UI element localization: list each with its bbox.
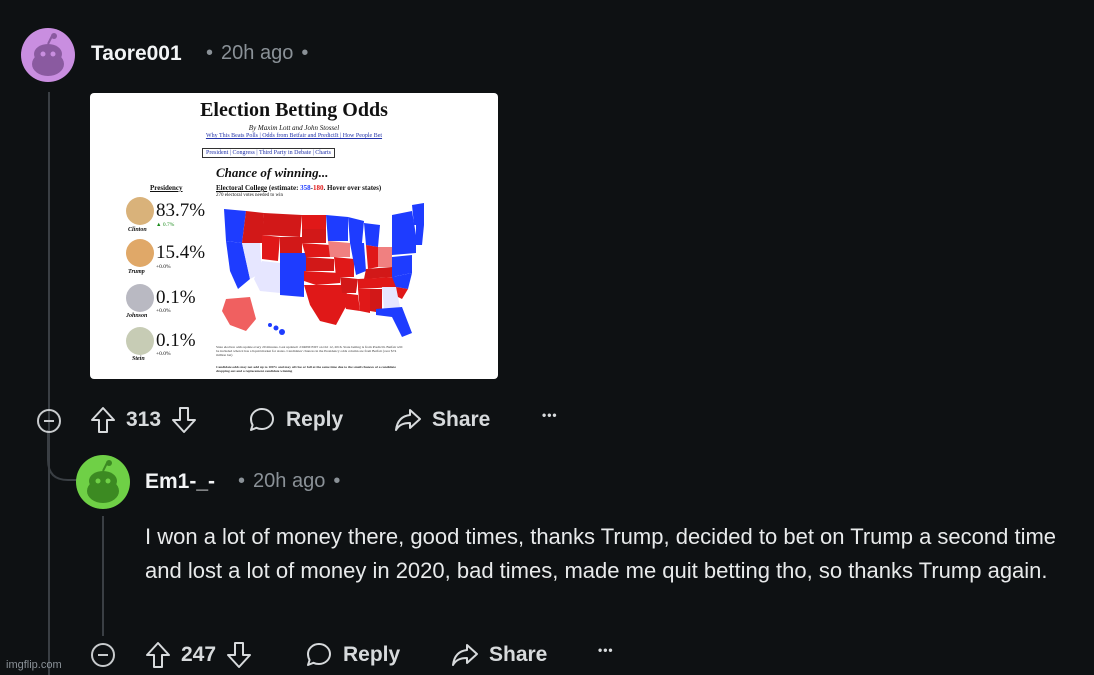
state-fl	[376, 307, 412, 337]
username[interactable]: Em1-_-	[145, 470, 215, 494]
share-arrow-icon	[452, 644, 478, 666]
comment-meta: • 20h ago •	[206, 42, 309, 64]
thread-line-main	[48, 92, 50, 675]
embed-presidency-label: Presidency	[150, 184, 183, 192]
embed-chance-heading: Chance of winning...	[216, 165, 329, 180]
embed-ec-label: Electoral College (estimate: 358-180. Ho…	[216, 184, 382, 192]
reply-label: Reply	[286, 408, 344, 431]
candidate-name: Trump	[128, 269, 145, 275]
state-mt	[262, 213, 302, 237]
candidate-photo	[126, 284, 154, 312]
candidate-name: Clinton	[128, 227, 147, 233]
downvote-icon[interactable]	[171, 406, 197, 434]
vote-count: 313	[126, 408, 162, 431]
state-ar	[340, 277, 358, 293]
embedded-image[interactable]: Election Betting Odds By Maxim Lott and …	[90, 93, 498, 379]
more-options-button[interactable]: •••	[598, 643, 614, 657]
watermark: imgflip.com	[6, 659, 62, 671]
share-label: Share	[432, 408, 491, 431]
state-ak	[222, 297, 256, 331]
share-button[interactable]: Share	[394, 406, 490, 434]
state-ia	[328, 241, 350, 257]
candidate-photo	[126, 197, 154, 225]
state-ne	[302, 243, 330, 257]
reply-button[interactable]: Reply	[248, 406, 343, 434]
share-button[interactable]: Share	[451, 641, 547, 669]
collapse-button[interactable]	[91, 643, 115, 667]
embed-links: Why This Beats Polls | Odds from Betfair…	[205, 133, 383, 139]
embed-needed: 270 electoral votes needed to win	[216, 193, 284, 198]
candidate-change: ▲ 0.7%	[156, 222, 175, 228]
state-wi	[348, 217, 364, 243]
embed-fine-print: State election odds update every 20 minu…	[216, 345, 403, 357]
vote-bar: 247	[145, 641, 252, 669]
state-pa	[392, 235, 416, 255]
comment-meta: • 20h ago •	[238, 470, 341, 492]
candidate-pct: 0.1%	[156, 330, 196, 351]
candidate-change: +0.0%	[156, 264, 171, 270]
state-hi-2	[273, 325, 279, 331]
state-hi	[268, 323, 272, 327]
share-arrow-icon	[395, 409, 421, 431]
comment-body: I won a lot of money there, good times, …	[145, 524, 1057, 583]
vote-bar: 313	[90, 406, 197, 434]
reply-label: Reply	[343, 643, 401, 666]
candidate-change: +0.0%	[156, 308, 171, 314]
embed-nav: President | Congress | Third Party in De…	[202, 148, 335, 158]
state-nj	[416, 225, 424, 245]
candidate-pct: 15.4%	[156, 242, 206, 263]
snoo-avatar-icon	[87, 460, 119, 503]
thread-line-reply	[102, 516, 104, 636]
state-oh	[378, 247, 392, 267]
timestamp: 20h ago	[253, 470, 326, 492]
state-ny	[392, 211, 416, 235]
state-hi-3	[279, 329, 285, 335]
avatar[interactable]	[21, 28, 75, 82]
state-ks	[306, 257, 334, 271]
state-sd	[302, 229, 326, 243]
share-label: Share	[489, 643, 548, 666]
username[interactable]: Taore001	[91, 42, 182, 66]
state-new-england	[412, 203, 424, 225]
embed-fine-print-2: Candidate odds may not add up to 100% an…	[216, 365, 396, 373]
state-nm	[280, 271, 304, 297]
reply-bubble-icon	[307, 643, 331, 666]
snoo-avatar-icon	[32, 33, 64, 76]
candidate-photo	[126, 239, 154, 267]
downvote-icon[interactable]	[226, 641, 252, 669]
reply-bubble-icon	[250, 408, 274, 431]
us-electoral-map	[222, 203, 424, 337]
avatar[interactable]	[76, 455, 130, 509]
state-mo	[334, 257, 354, 277]
state-mi	[364, 223, 380, 247]
state-wy	[280, 237, 302, 253]
more-options-button[interactable]: •••	[542, 408, 558, 422]
state-ut	[262, 235, 280, 261]
candidate-name: Stein	[132, 356, 145, 362]
candidate-change: +0.0%	[156, 351, 171, 357]
candidate-pct: 83.7%	[156, 200, 206, 221]
candidate-name: Johnson	[126, 313, 148, 319]
state-in	[366, 245, 378, 269]
collapse-button[interactable]	[37, 409, 61, 433]
candidate-pct: 0.1%	[156, 287, 196, 308]
state-nd	[302, 215, 326, 229]
reply-button[interactable]: Reply	[305, 641, 400, 669]
state-ok	[304, 271, 340, 285]
state-co	[280, 253, 306, 271]
embed-title: Election Betting Odds	[200, 99, 388, 121]
vote-count: 247	[181, 643, 217, 666]
embed-byline: By Maxim Lott and John Stossel	[248, 124, 340, 132]
upvote-icon[interactable]	[90, 406, 116, 434]
state-mn	[326, 215, 348, 241]
timestamp: 20h ago	[221, 42, 294, 64]
upvote-icon[interactable]	[145, 641, 171, 669]
candidate-photo	[126, 327, 154, 355]
